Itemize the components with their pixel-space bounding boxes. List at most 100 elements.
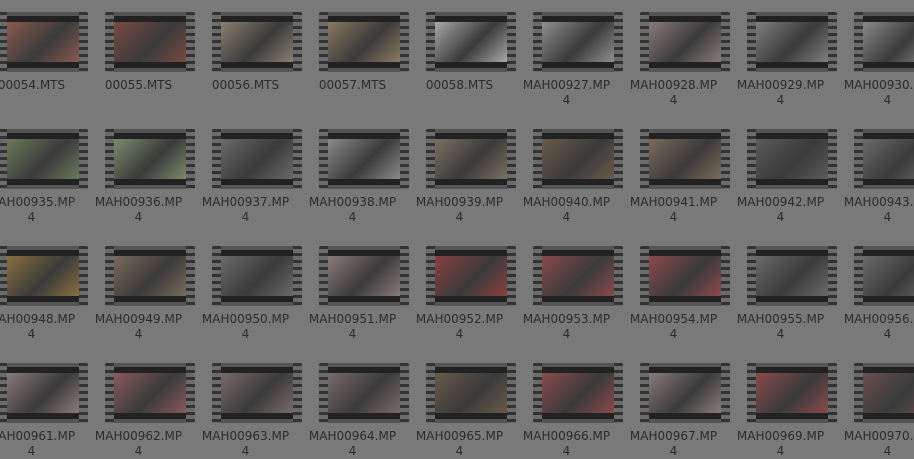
- video-thumbnail[interactable]: [105, 246, 195, 306]
- video-thumbnail[interactable]: [212, 246, 302, 306]
- file-item[interactable]: MAH00965.MP 4: [406, 363, 516, 459]
- file-item[interactable]: MAH00941.MP 4: [620, 129, 730, 246]
- thumbnail-image: [7, 256, 79, 296]
- video-thumbnail[interactable]: [854, 12, 914, 72]
- file-name-label: MAH00938.MP 4: [299, 195, 406, 225]
- file-item[interactable]: MAH00951.MP 4: [299, 246, 409, 363]
- file-name-line2: 4: [776, 327, 785, 341]
- video-thumbnail[interactable]: [319, 363, 409, 423]
- file-name-label: MAH00940.MP 4: [513, 195, 620, 225]
- video-frame: [328, 250, 400, 302]
- file-item[interactable]: MAH00953.MP 4: [513, 246, 623, 363]
- file-item[interactable]: 00056.MTS: [192, 0, 302, 117]
- file-item[interactable]: MAH00963.MP 4: [192, 363, 302, 459]
- file-item[interactable]: MAH00966.MP 4: [513, 363, 623, 459]
- video-thumbnail[interactable]: [533, 129, 623, 189]
- video-thumbnail[interactable]: [319, 129, 409, 189]
- file-item[interactable]: MAH00954.MP 4: [620, 246, 730, 363]
- thumbnail-image: [649, 139, 721, 179]
- film-strip-left: [640, 363, 649, 423]
- video-thumbnail[interactable]: [640, 12, 730, 72]
- file-item[interactable]: MAH00956.MP4: [834, 246, 914, 363]
- file-item[interactable]: MAH00940.MP 4: [513, 129, 623, 246]
- video-thumbnail[interactable]: [105, 129, 195, 189]
- video-frame: [221, 367, 293, 419]
- file-item[interactable]: MAH00964.MP 4: [299, 363, 409, 459]
- video-thumbnail[interactable]: [640, 246, 730, 306]
- video-thumbnail[interactable]: [533, 12, 623, 72]
- file-name-label: MAH00930.MP4: [834, 78, 914, 108]
- file-item[interactable]: MAH00929.MP 4: [727, 0, 837, 117]
- file-item[interactable]: 00057.MTS: [299, 0, 409, 117]
- video-thumbnail[interactable]: [426, 12, 516, 72]
- file-item[interactable]: MAH00939.MP 4: [406, 129, 516, 246]
- file-item[interactable]: MAH00961.MP4: [0, 363, 88, 459]
- video-thumbnail[interactable]: [319, 12, 409, 72]
- file-name-label: 00058.MTS: [406, 78, 513, 93]
- file-item[interactable]: MAH00928.MP 4: [620, 0, 730, 117]
- file-item[interactable]: MAH00937.MP 4: [192, 129, 302, 246]
- video-frame: [114, 250, 186, 302]
- file-name-line1: MAH00941.MP: [629, 195, 718, 209]
- file-name-line2: 4: [134, 210, 143, 224]
- film-strip-left: [747, 363, 756, 423]
- file-item[interactable]: MAH00970.MP4: [834, 363, 914, 459]
- video-thumbnail[interactable]: [212, 129, 302, 189]
- video-thumbnail[interactable]: [426, 129, 516, 189]
- video-thumbnail[interactable]: [0, 12, 88, 72]
- file-item[interactable]: MAH00950.MP 4: [192, 246, 302, 363]
- video-thumbnail[interactable]: [640, 363, 730, 423]
- video-thumbnail[interactable]: [105, 363, 195, 423]
- file-item[interactable]: MAH00943.MP4: [834, 129, 914, 246]
- video-thumbnail[interactable]: [747, 246, 837, 306]
- file-item[interactable]: 00055.MTS: [85, 0, 195, 117]
- video-frame: [7, 367, 79, 419]
- video-thumbnail[interactable]: [747, 129, 837, 189]
- film-strip-left: [747, 12, 756, 72]
- file-item[interactable]: MAH00935.MP4: [0, 129, 88, 246]
- file-item[interactable]: 00058.MTS: [406, 0, 516, 117]
- file-name-line2: 4: [776, 93, 785, 107]
- video-thumbnail[interactable]: [426, 246, 516, 306]
- file-name-line1: MAH00936.MP: [94, 195, 183, 209]
- video-thumbnail[interactable]: [640, 129, 730, 189]
- file-item[interactable]: MAH00927.MP 4: [513, 0, 623, 117]
- video-thumbnail[interactable]: [533, 363, 623, 423]
- thumbnail-image: [7, 22, 79, 62]
- file-item[interactable]: MAH00948.MP4: [0, 246, 88, 363]
- video-thumbnail[interactable]: [212, 12, 302, 72]
- video-thumbnail[interactable]: [426, 363, 516, 423]
- thumbnail-image: [756, 373, 828, 413]
- file-item[interactable]: MAH00967.MP 4: [620, 363, 730, 459]
- file-item[interactable]: MAH00952.MP 4: [406, 246, 516, 363]
- film-strip-left: [747, 246, 756, 306]
- video-thumbnail[interactable]: [854, 129, 914, 189]
- file-item[interactable]: MAH00969.MP 4: [727, 363, 837, 459]
- file-item[interactable]: 00054.MTS: [0, 0, 88, 117]
- video-thumbnail[interactable]: [0, 129, 88, 189]
- thumbnail-image: [863, 373, 914, 413]
- video-thumbnail[interactable]: [105, 12, 195, 72]
- file-item[interactable]: MAH00962.MP 4: [85, 363, 195, 459]
- video-thumbnail[interactable]: [854, 363, 914, 423]
- film-strip-left: [426, 129, 435, 189]
- film-strip-left: [747, 129, 756, 189]
- video-thumbnail[interactable]: [747, 363, 837, 423]
- file-name-line2: 4: [669, 444, 678, 458]
- video-thumbnail[interactable]: [319, 246, 409, 306]
- file-item[interactable]: MAH00930.MP4: [834, 0, 914, 117]
- file-item[interactable]: MAH00955.MP 4: [727, 246, 837, 363]
- file-name-line1: 00056.MTS: [211, 78, 280, 92]
- video-thumbnail[interactable]: [533, 246, 623, 306]
- video-thumbnail[interactable]: [747, 12, 837, 72]
- file-name-line1: MAH00928.MP: [629, 78, 718, 92]
- video-thumbnail[interactable]: [0, 246, 88, 306]
- file-item[interactable]: MAH00936.MP 4: [85, 129, 195, 246]
- video-thumbnail[interactable]: [0, 363, 88, 423]
- file-item[interactable]: MAH00942.MP 4: [727, 129, 837, 246]
- video-thumbnail[interactable]: [212, 363, 302, 423]
- file-item[interactable]: MAH00949.MP 4: [85, 246, 195, 363]
- video-thumbnail[interactable]: [854, 246, 914, 306]
- file-item[interactable]: MAH00938.MP 4: [299, 129, 409, 246]
- file-name-line2: 4: [455, 210, 464, 224]
